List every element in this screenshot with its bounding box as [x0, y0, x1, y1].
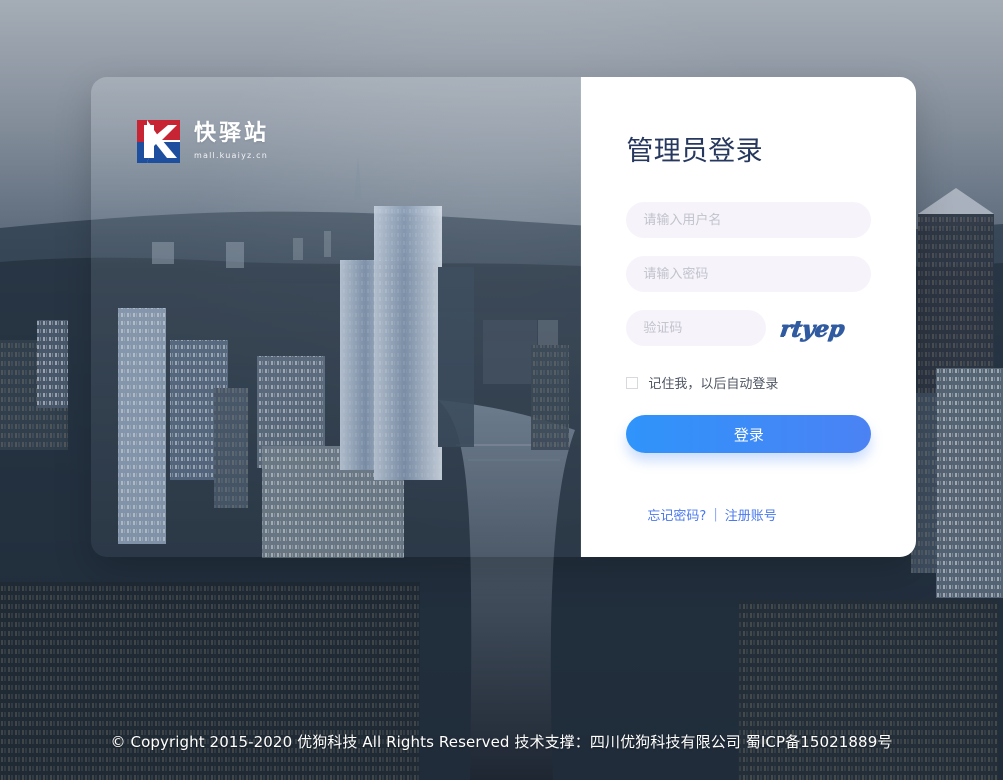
login-card: 快驿站 mall.kuaiyz.cn 管理员登录 rtyep 记住我，以后自动登… — [91, 77, 916, 557]
login-button[interactable]: 登录 — [626, 415, 872, 453]
brand-name: 快驿站 — [194, 121, 270, 146]
remember-me-label: 记住我，以后自动登录 — [648, 377, 779, 392]
brand-block: 快驿站 mall.kuaiyz.cn — [137, 120, 269, 163]
forgot-password-link[interactable]: 忘记密码? — [647, 505, 706, 524]
captcha-image[interactable]: rtyep — [776, 315, 848, 343]
captcha-field[interactable] — [626, 310, 767, 346]
login-panel: 管理员登录 rtyep 记住我，以后自动登录 登录 忘记密码? | 注册账号 — [581, 77, 916, 557]
username-input[interactable] — [627, 203, 871, 237]
brand-logo-icon — [137, 120, 180, 163]
link-divider: | — [713, 507, 718, 522]
brand-text: 快驿站 mall.kuaiyz.cn — [194, 123, 269, 160]
brand-panel: 快驿站 mall.kuaiyz.cn — [91, 77, 582, 557]
register-link[interactable]: 注册账号 — [725, 505, 777, 524]
password-field[interactable] — [626, 256, 872, 292]
captcha-input[interactable] — [627, 311, 766, 345]
footer-copyright: © Copyright 2015-2020 优狗科技 All Rights Re… — [110, 733, 893, 751]
page-title: 管理员登录 — [626, 136, 763, 167]
password-input[interactable] — [627, 257, 871, 291]
brand-domain: mall.kuaiyz.cn — [194, 151, 269, 160]
remember-me-option[interactable]: 记住我，以后自动登录 — [626, 373, 778, 392]
checkbox-icon[interactable] — [626, 376, 639, 389]
auth-links: 忘记密码? | 注册账号 — [647, 505, 776, 524]
username-field[interactable] — [626, 202, 872, 238]
